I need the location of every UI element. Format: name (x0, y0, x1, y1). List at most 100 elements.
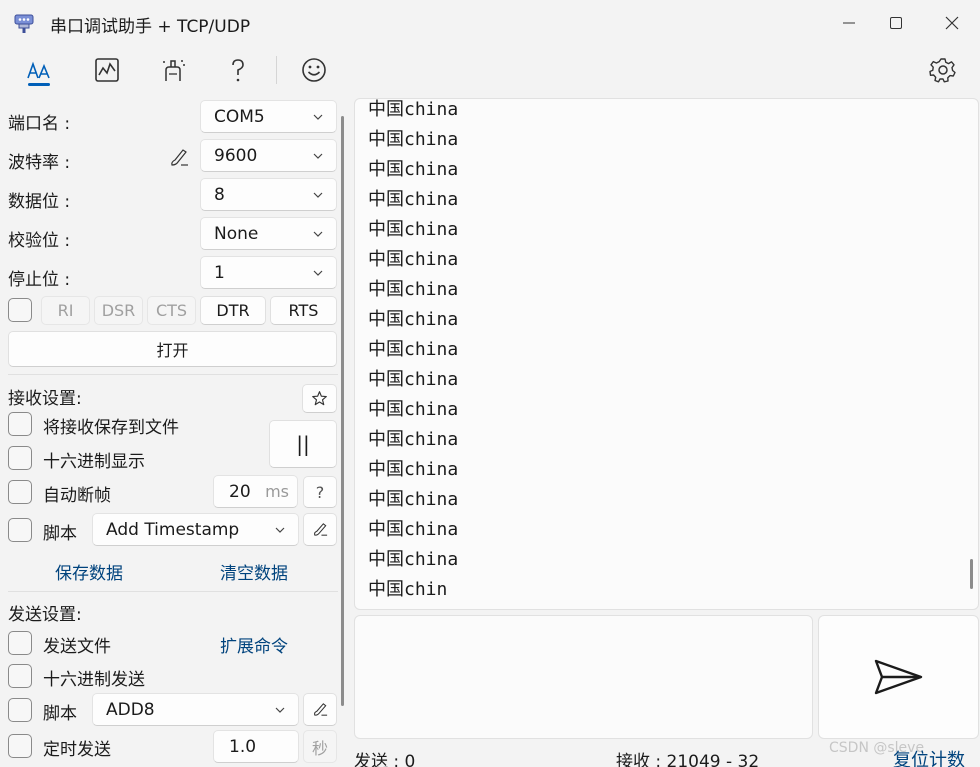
toolbar-separator (276, 56, 277, 84)
receive-scrollbar[interactable] (970, 559, 973, 589)
maximize-button[interactable] (873, 0, 919, 46)
rts-button[interactable]: RTS (270, 296, 337, 325)
help-icon (232, 59, 244, 82)
chevron-down-icon (313, 270, 323, 276)
receive-line: 中国china (368, 249, 459, 270)
close-button[interactable] (929, 0, 975, 46)
settings-scrollbar[interactable] (341, 116, 344, 706)
databits-select[interactable]: 8 (200, 178, 337, 211)
send-file-label: 发送文件 (43, 637, 111, 657)
stopbits-select-value: 1 (214, 262, 225, 283)
paint-button[interactable] (153, 50, 193, 90)
receive-settings-title: 接收设置: (8, 389, 82, 409)
active-tab-indicator (28, 83, 50, 86)
extended-commands-link[interactable]: 扩展命令 (220, 632, 288, 657)
chevron-down-icon (275, 707, 285, 713)
send-script-select[interactable]: ADD8 (92, 693, 299, 726)
chevron-down-icon (313, 153, 323, 159)
sent-count: 发送 : 0 (354, 752, 416, 767)
open-port-button[interactable]: 打开 (8, 331, 337, 367)
pen-edit-icon[interactable] (168, 146, 190, 168)
send-textarea[interactable] (354, 615, 813, 739)
title-bar: 串口调试助手 + TCP/UDP (0, 0, 980, 46)
databits-label: 数据位 : (8, 192, 71, 212)
receive-line: 中国china (368, 219, 459, 240)
receive-line: 中国china (368, 549, 459, 570)
receive-line: 中国china (368, 519, 459, 540)
receive-line: 中国chin (368, 579, 448, 600)
frame-help-button[interactable]: ? (303, 476, 337, 508)
timer-interval-value: 1.0 (229, 736, 257, 757)
hex-display-checkbox[interactable] (8, 446, 32, 470)
baud-select-value: 9600 (214, 145, 258, 166)
pause-button[interactable]: || (269, 420, 337, 468)
timed-send-label: 定时发送 (43, 740, 111, 760)
stopbits-select[interactable]: 1 (200, 256, 337, 289)
send-script-checkbox[interactable] (8, 698, 32, 722)
paint-icon (163, 60, 185, 81)
save-to-file-checkbox[interactable] (8, 412, 32, 436)
smiley-icon (302, 58, 326, 82)
toolbar (0, 46, 980, 94)
receive-script-value: Add Timestamp (106, 519, 240, 540)
receive-line: 中国china (368, 129, 459, 150)
send-script-label: 脚本 (43, 704, 77, 724)
hex-display-label: 十六进制显示 (43, 452, 145, 472)
receive-textarea[interactable]: 中国china 中国china 中国china 中国china 中国china 中国chi… (354, 98, 979, 610)
stopbits-label: 停止位 : (8, 270, 71, 290)
receive-line: 中国china (368, 279, 459, 300)
close-icon (945, 16, 959, 30)
port-select-value: COM5 (214, 106, 265, 127)
settings-button[interactable] (923, 50, 963, 90)
minimize-button[interactable] (826, 0, 872, 46)
send-script-value: ADD8 (106, 699, 155, 720)
favorite-button[interactable] (302, 384, 337, 413)
maximize-icon (890, 17, 902, 29)
dsr-indicator: DSR (94, 296, 143, 325)
chevron-down-icon (313, 192, 323, 198)
save-data-link[interactable]: 保存数据 (55, 559, 123, 584)
databits-select-value: 8 (214, 184, 225, 205)
clear-data-link[interactable]: 清空数据 (220, 559, 288, 584)
chart-button[interactable] (87, 50, 127, 90)
pen-edit-icon (313, 703, 327, 716)
receive-line: 中国china (368, 459, 459, 480)
window-title: 串口调试助手 + TCP/UDP (50, 17, 251, 37)
receive-script-checkbox[interactable] (8, 518, 32, 542)
parity-select-value: None (214, 223, 259, 244)
receive-line: 中国china (368, 309, 459, 330)
chevron-down-icon (275, 527, 285, 533)
receive-script-select[interactable]: Add Timestamp (92, 513, 299, 546)
baud-select[interactable]: 9600 (200, 139, 337, 172)
smiley-button[interactable] (294, 50, 334, 90)
signal-enable-checkbox[interactable] (8, 298, 32, 322)
timer-interval-input[interactable]: 1.0 (213, 730, 299, 763)
receive-script-label: 脚本 (43, 524, 77, 544)
section-divider (8, 374, 338, 375)
font-icon (27, 61, 50, 79)
send-script-edit-button[interactable] (303, 693, 337, 726)
receive-line: 中国china (368, 489, 459, 510)
star-icon (312, 391, 327, 406)
dtr-button[interactable]: DTR (200, 296, 266, 325)
hex-send-checkbox[interactable] (8, 664, 32, 688)
receive-line: 中国china (368, 159, 459, 180)
parity-select[interactable]: None (200, 217, 337, 250)
auto-frame-checkbox[interactable] (8, 480, 32, 504)
send-file-checkbox[interactable] (8, 631, 32, 655)
ri-indicator: RI (41, 296, 90, 325)
baud-label: 波特率 : (8, 153, 71, 173)
receive-script-edit-button[interactable] (303, 513, 337, 546)
timed-send-checkbox[interactable] (8, 734, 32, 758)
pen-edit-icon (313, 523, 327, 536)
send-settings-title: 发送设置: (8, 605, 82, 625)
reset-count-link[interactable]: 复位计数 (893, 746, 965, 767)
port-select[interactable]: COM5 (200, 100, 337, 133)
frame-timeout-input[interactable]: 20 ms (213, 475, 298, 508)
receive-line: 中国china (368, 339, 459, 360)
cts-indicator: CTS (147, 296, 196, 325)
send-button[interactable] (818, 615, 979, 739)
receive-lines: 中国china 中国china 中国china 中国china 中国china 中国chi… (368, 99, 459, 605)
help-button[interactable] (218, 50, 258, 90)
hex-send-label: 十六进制发送 (43, 670, 145, 690)
